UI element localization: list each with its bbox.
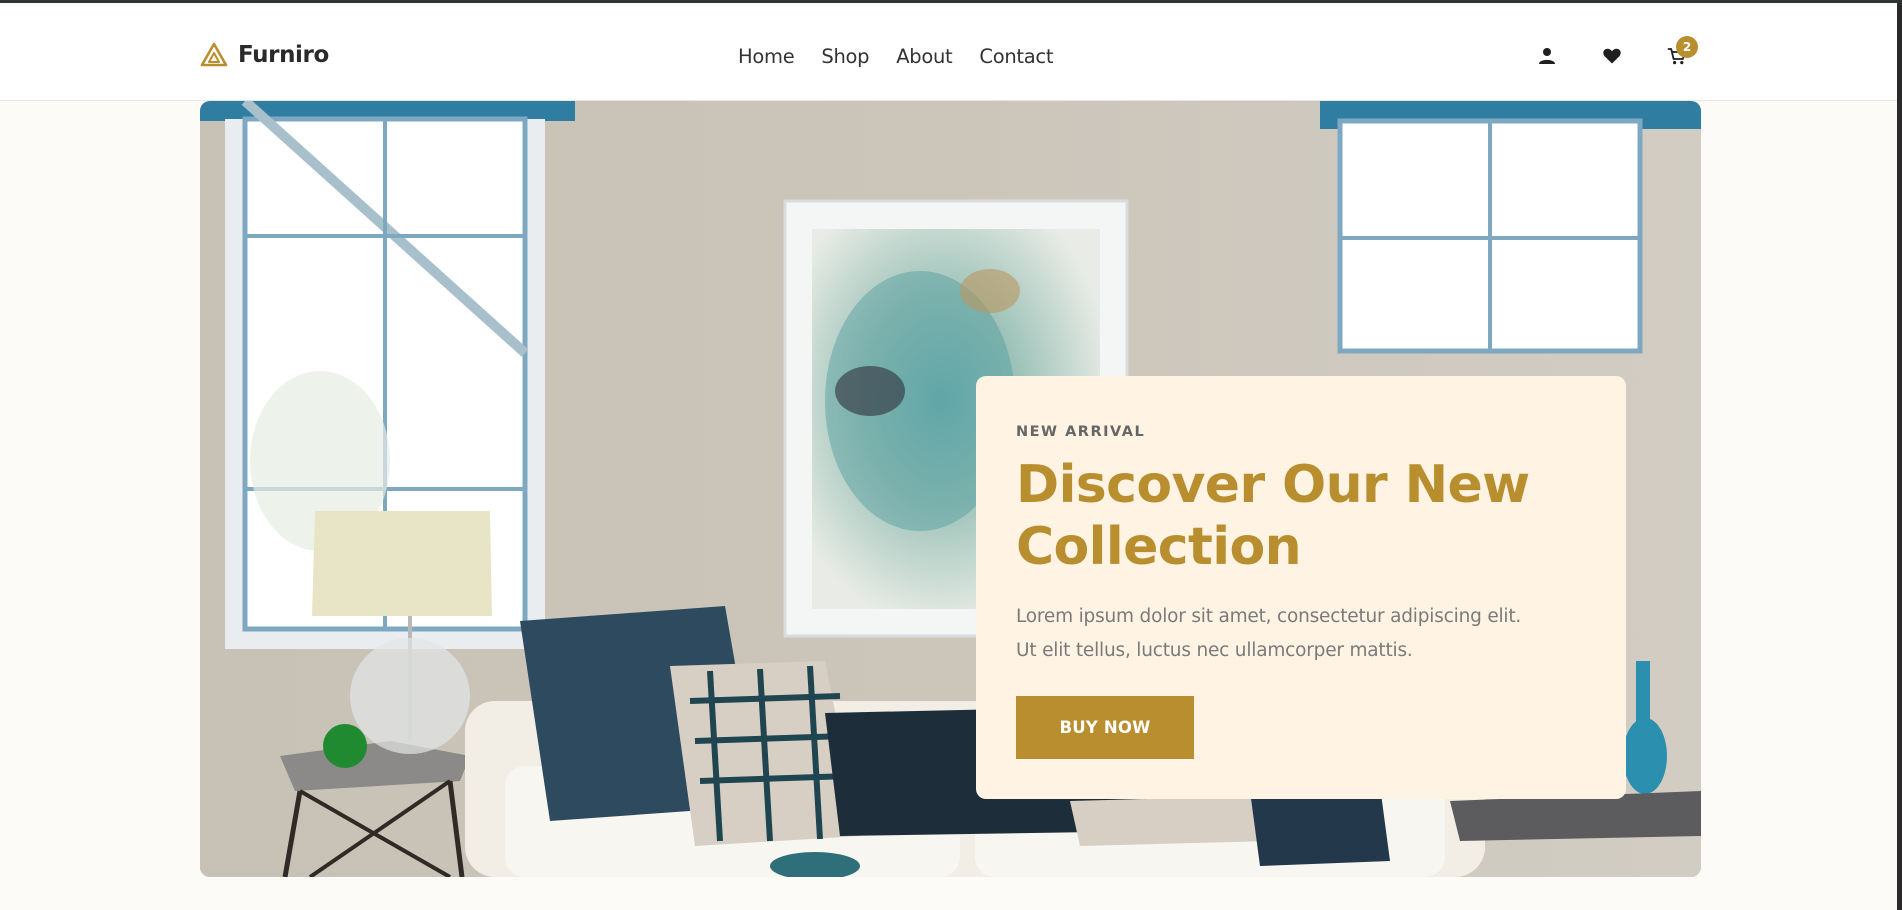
main-nav: Home Shop About Contact <box>738 42 1053 70</box>
nav-about-link[interactable]: About <box>896 45 952 68</box>
hero-eyebrow: NEW ARRIVAL <box>1016 424 1146 440</box>
hero-description-line1: Lorem ipsum dolor sit amet, consectetur … <box>1016 606 1522 627</box>
nav-home-link[interactable]: Home <box>738 45 795 68</box>
nav-contact-link[interactable]: Contact <box>979 45 1053 68</box>
cart-count-badge: 2 <box>1676 36 1698 58</box>
user-icon <box>1539 48 1555 64</box>
hero-headline-line2: Collection <box>1016 517 1302 577</box>
account-button[interactable] <box>1535 44 1559 68</box>
site-header: Furniro Home Shop About Contact 2 <box>0 6 1902 101</box>
hero-description-line2: Ut elit tellus, luctus nec ullamcorper m… <box>1016 640 1413 661</box>
page-edge <box>1897 3 1902 910</box>
triangle-logo-icon <box>200 42 228 67</box>
hero-banner: NEW ARRIVAL Discover Our New Collection … <box>200 101 1701 877</box>
heart-icon <box>1603 48 1621 64</box>
brand-name: Furniro <box>238 42 329 68</box>
brand-logo[interactable]: Furniro <box>200 40 329 70</box>
wishlist-button[interactable] <box>1600 44 1624 68</box>
hero-card: NEW ARRIVAL Discover Our New Collection … <box>976 376 1626 799</box>
buy-now-button[interactable]: BUY NOW <box>1016 696 1194 759</box>
hero-headline-line1: Discover Our New <box>1016 455 1530 515</box>
hero-headline: Discover Our New Collection <box>1016 454 1596 578</box>
hero-description: Lorem ipsum dolor sit amet, consectetur … <box>1016 600 1596 668</box>
nav-shop-link[interactable]: Shop <box>821 45 869 68</box>
